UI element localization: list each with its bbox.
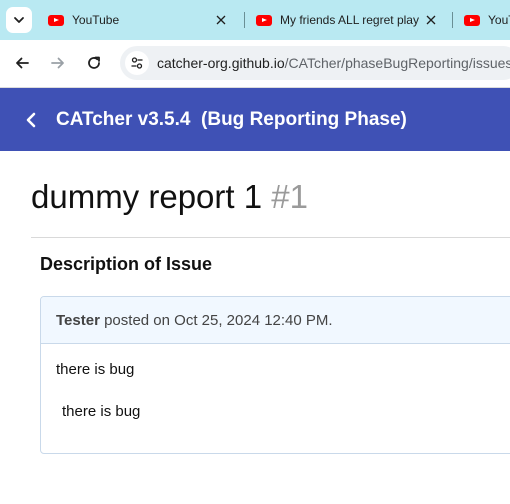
title-divider <box>31 237 510 238</box>
section-heading: Description of Issue <box>40 254 213 274</box>
reload-button[interactable] <box>83 52 105 74</box>
issue-number: #1 <box>271 178 308 215</box>
close-icon <box>426 15 436 25</box>
issue-title-text: dummy report 1 <box>31 178 263 215</box>
app-header: CATcher v3.5.4 (Bug Reporting Phase) <box>0 88 510 151</box>
comment-author: Tester <box>56 311 100 329</box>
arrow-left-icon <box>16 57 29 69</box>
browser-toolbar: catcher-org.github.io/CATcher/phaseBugRe… <box>0 40 510 88</box>
issue-title: dummy report 1 #1 <box>31 178 308 216</box>
comment-body: there is bug there is bug <box>41 344 510 420</box>
tab-youtube-partial[interactable]: YouT <box>464 0 510 40</box>
comment-meta: posted on Oct 25, 2024 12:40 PM. <box>99 311 333 329</box>
reload-icon <box>88 56 100 69</box>
tab-youtube[interactable]: YouTube <box>48 0 238 40</box>
youtube-icon <box>464 14 480 26</box>
app-back-button[interactable] <box>20 109 42 131</box>
browser-tab-strip: YouTube My friends ALL regret play YouT <box>0 0 510 40</box>
comment-body-line: there is bug <box>62 403 141 420</box>
forward-button[interactable] <box>47 52 69 74</box>
url-host: catcher-org.github.io <box>157 55 285 71</box>
comment-header: Tester posted on Oct 25, 2024 12:40 PM. <box>41 297 510 344</box>
youtube-icon <box>256 14 272 26</box>
comment-body-line: there is bug <box>56 361 135 378</box>
tab-search-button[interactable] <box>6 7 32 33</box>
comment-card: Tester posted on Oct 25, 2024 12:40 PM. … <box>40 296 510 454</box>
youtube-icon <box>48 14 64 26</box>
tune-icon <box>131 57 143 69</box>
url-text: catcher-org.github.io/CATcher/phaseBugRe… <box>157 55 510 71</box>
address-bar[interactable]: catcher-org.github.io/CATcher/phaseBugRe… <box>120 46 510 80</box>
close-tab-button[interactable] <box>214 13 228 27</box>
url-path: /CATcher/phaseBugReporting/issues <box>284 55 510 71</box>
tab-title: My friends ALL regret play <box>280 13 419 27</box>
close-tab-button[interactable] <box>424 13 438 27</box>
back-button[interactable] <box>11 52 33 74</box>
tab-separator <box>452 12 453 28</box>
chevron-down-icon <box>14 17 24 23</box>
app-title: CATcher v3.5.4 (Bug Reporting Phase) <box>56 108 407 130</box>
close-icon <box>216 15 226 25</box>
tab-video[interactable]: My friends ALL regret play <box>256 0 448 40</box>
tab-separator <box>244 12 245 28</box>
chevron-left-icon <box>26 112 36 127</box>
tab-title: YouTube <box>72 13 120 27</box>
arrow-right-icon <box>51 57 64 69</box>
site-info-button[interactable] <box>125 51 149 75</box>
tab-title: YouT <box>488 13 510 27</box>
